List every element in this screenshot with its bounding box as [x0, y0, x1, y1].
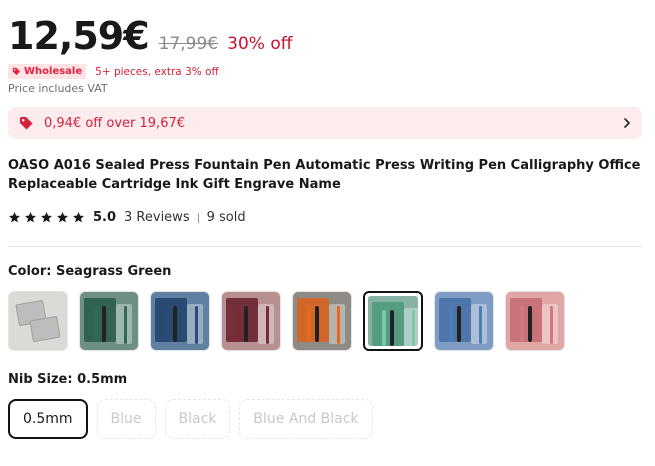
rating-row: 5.0 3 Reviews 9 sold [8, 210, 246, 225]
nib-option-blue-and-black[interactable]: Blue And Black [239, 399, 373, 439]
nib-option-0-5mm[interactable]: 0.5mm [8, 399, 88, 439]
color-swatch-6[interactable] [363, 291, 423, 351]
star-icon [73, 212, 84, 223]
star-icon [57, 212, 68, 223]
star-icon [41, 212, 52, 223]
color-swatch-2[interactable] [79, 291, 139, 351]
vat-note: Price includes VAT [8, 82, 108, 95]
separator [197, 212, 199, 223]
color-swatch-3[interactable] [150, 291, 210, 351]
coupon-bar[interactable]: 0,94€ off over 19,67€ [8, 107, 642, 139]
chevron-right-icon [622, 117, 632, 129]
rating-value: 5.0 [93, 210, 117, 225]
color-swatch-4[interactable] [221, 291, 281, 351]
star-icon [9, 212, 20, 223]
color-swatches [8, 291, 565, 351]
rating-stars [8, 211, 85, 224]
wholesale-badge: Wholesale [8, 64, 87, 79]
star-icon [25, 212, 36, 223]
current-price: 12,59€ [8, 14, 150, 58]
divider [8, 246, 642, 247]
color-swatch-8[interactable] [505, 291, 565, 351]
wholesale-badge-label: Wholesale [24, 66, 83, 77]
price-row: 12,59€ 17,99€ 30% off [8, 14, 292, 58]
coupon-text: 0,94€ off over 19,67€ [44, 115, 186, 131]
original-price: 17,99€ [158, 34, 219, 54]
sold-count: 9 sold [206, 210, 246, 225]
nib-size-label: Nib Size: 0.5mm [8, 372, 128, 387]
nib-option-blue[interactable]: Blue [96, 399, 156, 439]
wholesale-note: 5+ pieces, extra 3% off [95, 65, 219, 78]
color-swatch-7[interactable] [434, 291, 494, 351]
discount-percent: 30% off [227, 34, 293, 54]
wholesale-row: Wholesale 5+ pieces, extra 3% off [8, 64, 219, 79]
color-label: Color: Seagrass Green [8, 264, 172, 279]
tag-icon [18, 115, 34, 131]
nib-options: 0.5mm Blue Black Blue And Black [8, 399, 373, 439]
nib-option-black[interactable]: Black [164, 399, 231, 439]
reviews-link[interactable]: 3 Reviews [124, 210, 190, 225]
price-tag-icon [12, 67, 21, 76]
color-swatch-1[interactable] [8, 291, 68, 351]
product-title: OASO A016 Sealed Press Fountain Pen Auto… [8, 158, 641, 192]
color-swatch-5[interactable] [292, 291, 352, 351]
